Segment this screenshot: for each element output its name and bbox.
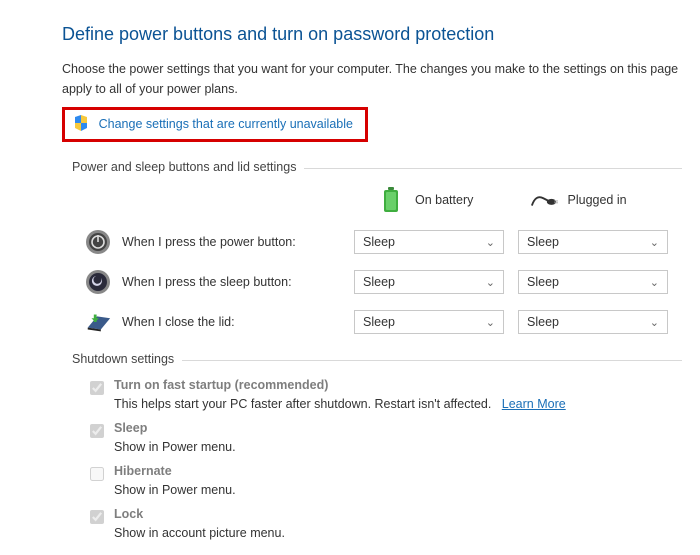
hibernate-desc: Show in Power menu. xyxy=(114,483,682,497)
lid-label: When I close the lid: xyxy=(122,315,354,329)
sleep-button-label: When I press the sleep button: xyxy=(122,275,354,289)
page-description: Choose the power settings that you want … xyxy=(62,59,682,99)
lid-plugged-select[interactable]: Sleep⌄ xyxy=(518,310,668,334)
change-settings-highlight-box: Change settings that are currently unava… xyxy=(62,107,368,142)
section-shutdown-header: Shutdown settings xyxy=(72,352,174,366)
fast-startup-title: Turn on fast startup (recommended) xyxy=(114,378,328,392)
col-header-plugged: Plugged in xyxy=(530,186,683,214)
power-battery-select[interactable]: Sleep⌄ xyxy=(354,230,504,254)
chevron-down-icon: ⌄ xyxy=(650,316,659,329)
lock-desc: Show in account picture menu. xyxy=(114,526,682,540)
sleep-title: Sleep xyxy=(114,421,147,435)
fast-startup-desc: This helps start your PC faster after sh… xyxy=(114,397,491,411)
hibernate-title: Hibernate xyxy=(114,464,172,478)
col-header-plugged-label: Plugged in xyxy=(568,193,627,207)
change-settings-link[interactable]: Change settings that are currently unava… xyxy=(99,117,353,131)
power-button-label: When I press the power button: xyxy=(122,235,354,249)
chevron-down-icon: ⌄ xyxy=(486,236,495,249)
page-title: Define power buttons and turn on passwor… xyxy=(62,24,682,45)
shield-icon xyxy=(73,115,89,134)
lock-title: Lock xyxy=(114,507,143,521)
lid-battery-select[interactable]: Sleep⌄ xyxy=(354,310,504,334)
sleep-battery-select[interactable]: Sleep⌄ xyxy=(354,270,504,294)
sleep-desc: Show in Power menu. xyxy=(114,440,682,454)
learn-more-link[interactable]: Learn More xyxy=(502,397,566,411)
fast-startup-checkbox xyxy=(90,381,104,395)
sleep-checkbox xyxy=(90,424,104,438)
col-header-battery-label: On battery xyxy=(415,193,473,207)
chevron-down-icon: ⌄ xyxy=(486,316,495,329)
divider xyxy=(182,360,682,361)
col-header-battery: On battery xyxy=(377,186,530,214)
chevron-down-icon: ⌄ xyxy=(650,236,659,249)
sleep-button-icon xyxy=(84,268,112,296)
plug-icon xyxy=(530,186,558,214)
battery-icon xyxy=(377,186,405,214)
chevron-down-icon: ⌄ xyxy=(650,276,659,289)
hibernate-checkbox xyxy=(90,467,104,481)
lid-icon xyxy=(84,308,112,336)
lock-checkbox xyxy=(90,510,104,524)
section-power-sleep-header: Power and sleep buttons and lid settings xyxy=(72,160,296,174)
sleep-plugged-select[interactable]: Sleep⌄ xyxy=(518,270,668,294)
power-button-icon xyxy=(84,228,112,256)
chevron-down-icon: ⌄ xyxy=(486,276,495,289)
divider xyxy=(304,168,682,169)
power-plugged-select[interactable]: Sleep⌄ xyxy=(518,230,668,254)
